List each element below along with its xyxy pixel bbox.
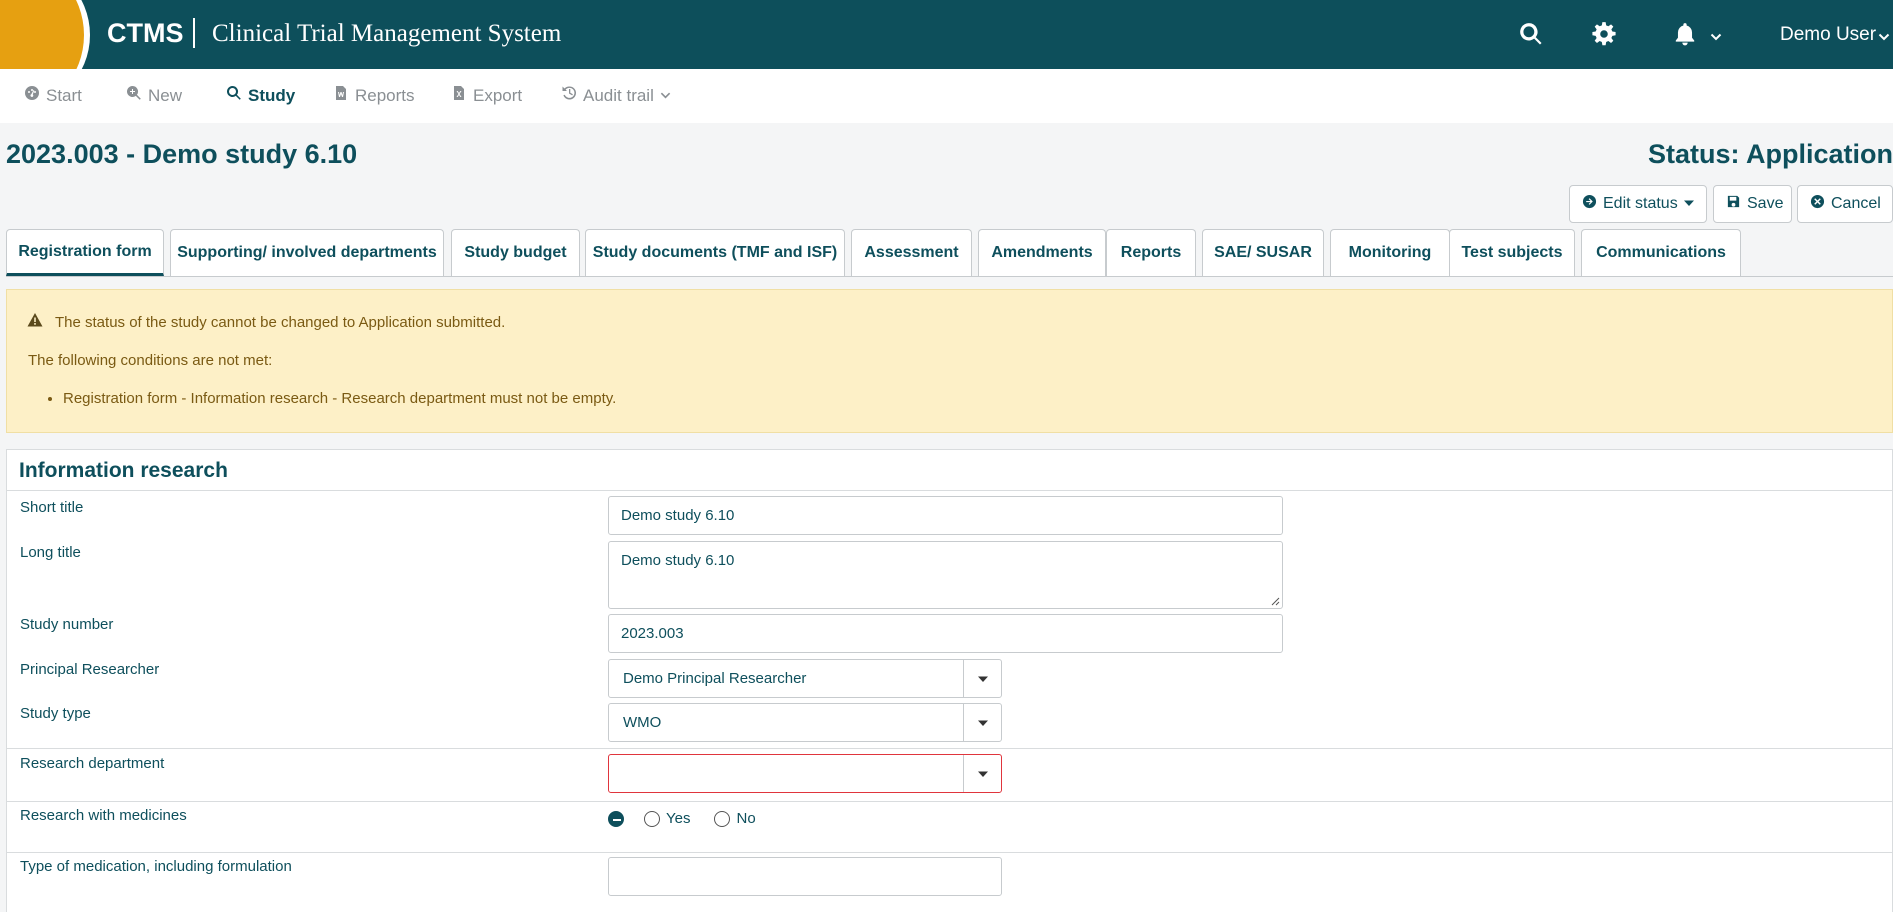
nav-item-reports[interactable]: Reports [333, 85, 415, 106]
nav-item-label: Start [46, 85, 82, 105]
nav-item-label: Audit trail [583, 85, 654, 105]
long-title-label: Long title [20, 544, 81, 561]
type-of-medication-input[interactable] [608, 857, 1002, 896]
caret-down-icon[interactable] [963, 704, 1001, 741]
information-research-form: Information research Short title Demo st… [6, 449, 1893, 912]
tab-study-budget[interactable]: Study budget [451, 229, 580, 276]
list-item: Registration form - Information research… [63, 390, 616, 407]
search-icon[interactable] [1515, 18, 1547, 50]
arrow-circle-right-icon [1582, 194, 1597, 214]
main-nav: Start New Study Reports Export Audit tra… [0, 69, 1893, 123]
save-label: Save [1747, 195, 1784, 212]
notifications-chevron-down-icon[interactable] [1710, 30, 1722, 42]
caret-down-icon [1683, 195, 1694, 213]
word-file-icon [333, 85, 349, 106]
user-chevron-down-icon[interactable] [1878, 30, 1890, 42]
cancel-button[interactable]: Cancel [1797, 185, 1893, 223]
radio-yes[interactable] [644, 810, 660, 827]
study-number-value: 2023.003 [621, 625, 684, 642]
tab-study-documents[interactable]: Study documents (TMF and ISF) [585, 229, 845, 276]
top-bar: CTMS Clinical Trial Management System De… [0, 0, 1893, 110]
research-department-select[interactable] [608, 754, 1002, 793]
tab-assessment[interactable]: Assessment [851, 229, 972, 276]
brand-name[interactable]: CTMS [107, 18, 184, 49]
tab-amendments[interactable]: Amendments [978, 229, 1106, 276]
nav-item-study[interactable]: Study [226, 85, 295, 106]
resize-handle-icon[interactable] [1270, 596, 1280, 606]
study-type-label: Study type [20, 705, 91, 722]
nav-item-label: Reports [355, 85, 415, 105]
clear-selection-icon[interactable] [608, 810, 624, 827]
nav-item-label: Study [248, 85, 296, 105]
long-title-value: Demo study 6.10 [621, 552, 735, 569]
tab-reports[interactable]: Reports [1106, 229, 1196, 276]
status-warning-alert: The status of the study cannot be change… [6, 289, 1893, 433]
tab-test-subjects[interactable]: Test subjects [1449, 229, 1575, 276]
caret-down-icon[interactable] [963, 660, 1001, 697]
principal-researcher-select[interactable]: Demo Principal Researcher [608, 659, 1002, 698]
row-divider [7, 748, 1893, 749]
section-divider [7, 490, 1893, 491]
alert-conditions-intro: The following conditions are not met: [28, 352, 273, 369]
nav-item-start[interactable]: Start [24, 85, 82, 106]
nav-item-label: New [148, 85, 183, 105]
save-button[interactable]: Save [1713, 185, 1792, 223]
radio-no-label[interactable]: No [736, 810, 755, 827]
tab-divider [6, 276, 1893, 277]
cancel-label: Cancel [1831, 195, 1881, 212]
nav-item-label: Export [473, 85, 523, 105]
gear-icon[interactable] [1588, 18, 1620, 50]
nav-item-export[interactable]: Export [451, 85, 522, 106]
alert-conditions-list: Registration form - Information research… [63, 390, 616, 407]
dashboard-icon [24, 85, 40, 106]
research-with-medicines-radio-group: Yes No [608, 810, 756, 827]
research-with-medicines-label: Research with medicines [20, 807, 187, 824]
nav-item-new[interactable]: New [126, 85, 182, 106]
short-title-label: Short title [20, 499, 84, 516]
warning-triangle-icon [27, 312, 43, 332]
edit-status-button[interactable]: Edit status [1569, 185, 1707, 223]
section-title: Information research [19, 459, 228, 482]
search-plus-icon [126, 85, 142, 106]
alert-message: The status of the study cannot be change… [55, 313, 506, 331]
short-title-input[interactable]: Demo study 6.10 [608, 496, 1283, 535]
tab-registration-form[interactable]: Registration form [6, 229, 164, 276]
row-divider [7, 801, 1893, 802]
tab-monitoring[interactable]: Monitoring [1330, 229, 1450, 276]
study-type-select[interactable]: WMO [608, 703, 1002, 742]
study-number-label: Study number [20, 616, 114, 633]
type-of-medication-label: Type of medication, including formulatio… [20, 858, 292, 875]
excel-file-icon [451, 85, 467, 106]
chevron-down-icon [660, 86, 671, 106]
tab-communications[interactable]: Communications [1581, 229, 1741, 276]
radio-no[interactable] [714, 810, 731, 827]
study-status: Status: Application [1647, 139, 1893, 169]
brand-separator [193, 18, 195, 48]
brand-subtitle: Clinical Trial Management System [212, 20, 562, 47]
study-type-value: WMO [623, 714, 662, 731]
nav-item-audit-trail[interactable]: Audit trail [561, 85, 671, 106]
principal-researcher-label: Principal Researcher [20, 661, 160, 678]
long-title-textarea[interactable]: Demo study 6.10 [608, 541, 1283, 609]
principal-researcher-value: Demo Principal Researcher [623, 670, 807, 687]
page-title: 2023.003 - Demo study 6.10 [6, 139, 358, 169]
close-circle-icon [1810, 194, 1825, 214]
short-title-value: Demo study 6.10 [621, 507, 735, 524]
search-icon [226, 85, 242, 106]
research-department-label: Research department [20, 755, 165, 772]
user-menu[interactable]: Demo User [1780, 24, 1876, 46]
edit-status-label: Edit status [1603, 195, 1678, 212]
bell-icon[interactable] [1669, 18, 1701, 50]
radio-yes-label[interactable]: Yes [666, 810, 690, 827]
caret-down-icon[interactable] [963, 755, 1001, 792]
floppy-disk-icon [1726, 194, 1741, 214]
tab-sae-susar[interactable]: SAE/ SUSAR [1202, 229, 1324, 276]
study-number-input[interactable]: 2023.003 [608, 614, 1283, 653]
history-icon [561, 85, 577, 106]
tab-supporting-involved-departments[interactable]: Supporting/ involved departments [170, 229, 444, 276]
row-divider [7, 852, 1893, 853]
page-content: 2023.003 - Demo study 6.10 Status: Appli… [0, 123, 1893, 912]
